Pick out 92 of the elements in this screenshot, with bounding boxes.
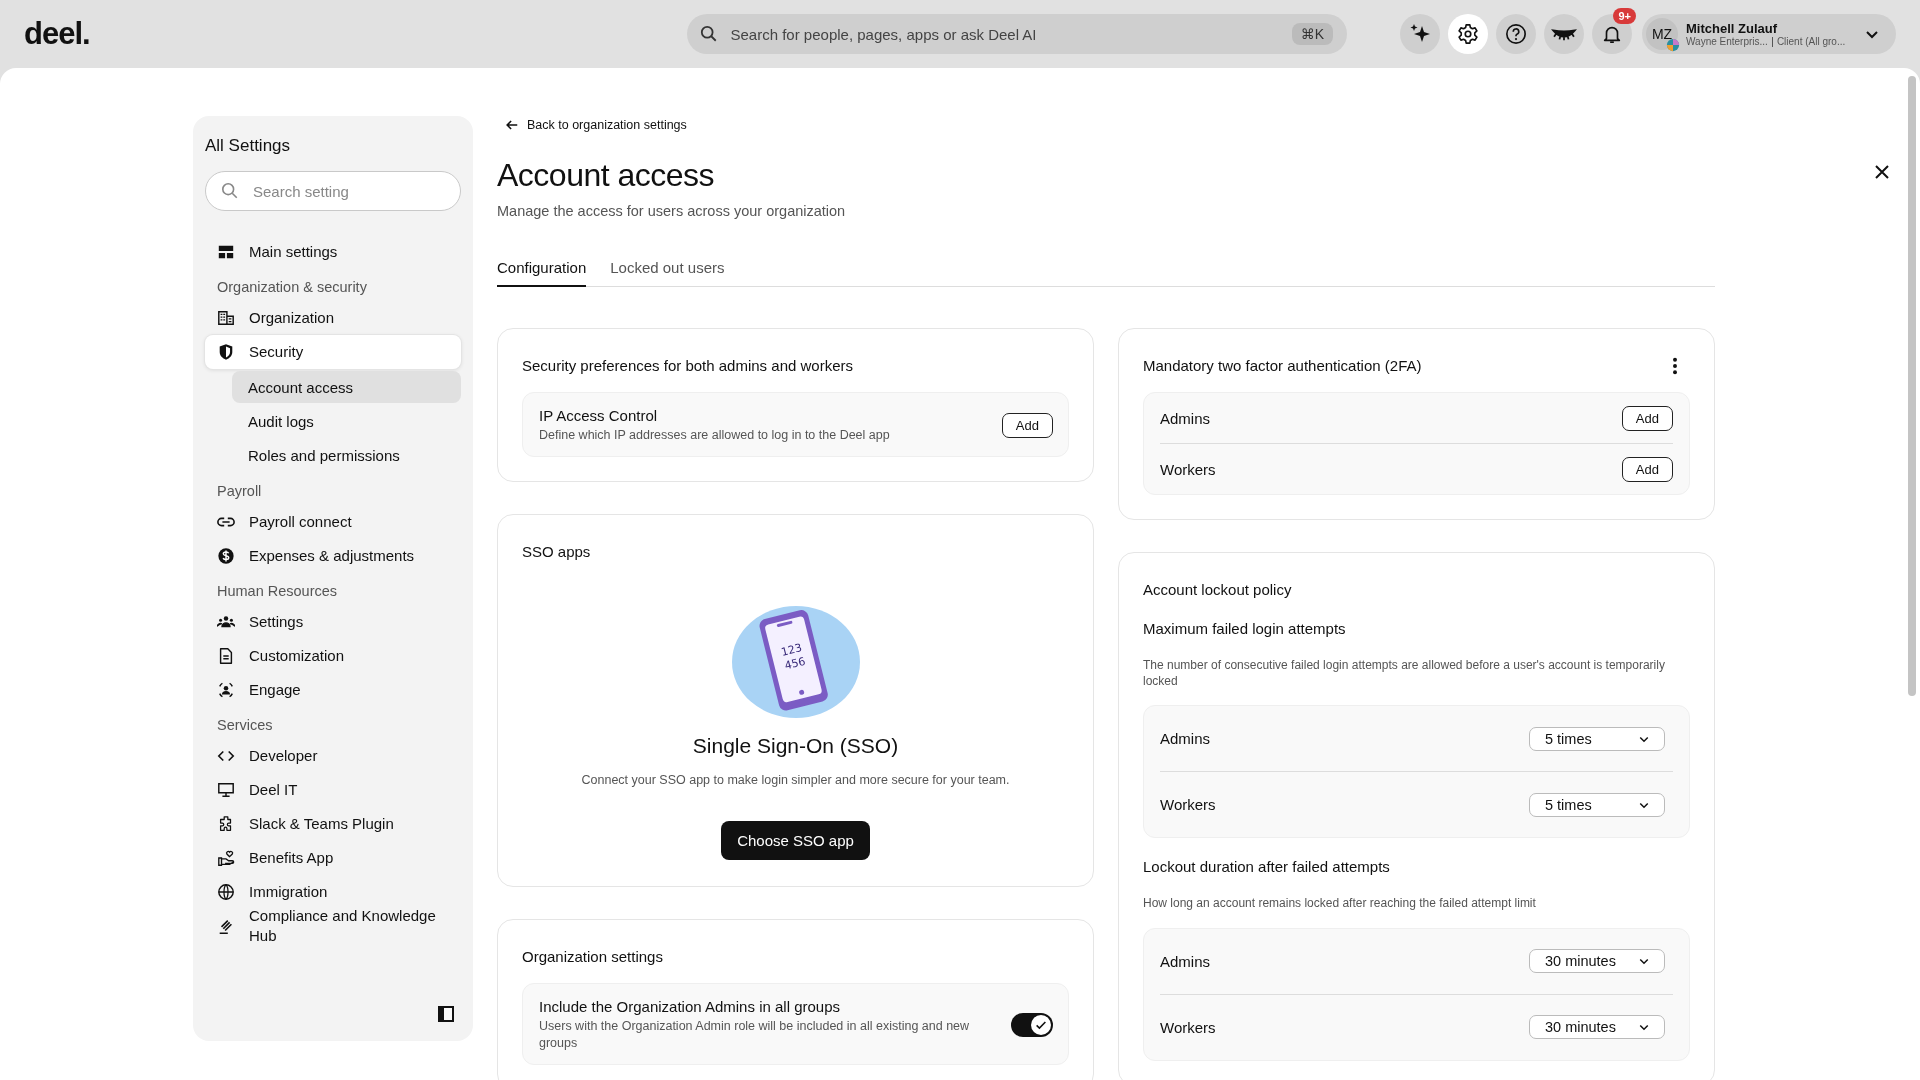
nav-item[interactable]: Account access	[232, 371, 461, 403]
user-role: Client (All gro...	[1776, 36, 1846, 47]
sparkle-button[interactable]	[1400, 14, 1440, 54]
logo[interactable]: deel.	[24, 16, 687, 52]
gavel-icon	[217, 917, 235, 935]
company-name: Wayne Enterpris...	[1686, 36, 1768, 47]
notification-badge: 9+	[1613, 8, 1636, 24]
search-icon	[221, 182, 239, 200]
setting-title: Include the Organization Admins in all groups	[539, 997, 841, 1015]
more-options-icon[interactable]	[1672, 357, 1678, 375]
section-heading: Services	[216, 716, 274, 735]
group-description: The number of consecutive failed login attempts are allowed before a user's account is temporarily locked	[1143, 657, 1666, 690]
settings-icon	[1457, 23, 1479, 45]
nav-item[interactable]: Immigration	[205, 875, 461, 909]
card-title: SSO apps	[522, 542, 591, 560]
card-title: Mandatory two factor authentication (2FA)	[1143, 357, 1422, 374]
avatar: MZ	[1646, 18, 1678, 50]
person-focus-icon	[217, 681, 235, 699]
nav-item[interactable]: Compliance and Knowledge Hub	[205, 909, 461, 943]
row-label: Workers	[1160, 796, 1216, 814]
nav-item[interactable]: Roles and permissions	[232, 439, 461, 471]
group-title: Maximum failed login attempts	[1143, 620, 1347, 637]
shortcut-hint: ⌘K	[1291, 23, 1333, 45]
row-label: Admins	[1160, 730, 1211, 748]
nav-item[interactable]: Developer	[205, 739, 461, 773]
section-heading: Payroll	[216, 482, 263, 501]
nav-item[interactable]: Slack & Teams Plugin	[205, 807, 461, 841]
search-field[interactable]: Search setting	[205, 171, 461, 211]
row-label: Admins	[1160, 952, 1211, 970]
nav-item[interactable]: Engage	[205, 673, 461, 707]
row-label: Workers	[1160, 1018, 1216, 1036]
group-title: Lockout duration after failed attempts	[1143, 858, 1391, 876]
nav-item[interactable]: Benefits App	[205, 841, 461, 875]
card-title: Security preferences for both admins and workers	[522, 357, 854, 374]
page-subtitle: Manage the access for users across your organization	[497, 203, 847, 219]
dropdown[interactable]: 30 minutes	[1529, 1015, 1665, 1040]
phone-drawing: 123 456	[730, 605, 861, 718]
settings-button[interactable]	[1448, 14, 1488, 54]
closed-eye-button[interactable]	[1544, 14, 1584, 54]
group-description: How long an account remains locked after reaching the failed attempt limit	[1143, 895, 1537, 912]
sso-heading: Single Sign-On (SSO)	[692, 733, 899, 758]
shield-icon	[217, 343, 235, 361]
sidebar-title: All Settings	[205, 136, 292, 156]
globe-icon	[217, 883, 235, 901]
toggle-switch[interactable]	[1011, 1012, 1053, 1037]
profile-menu[interactable]: MZ Mitchell Zulauf Wayne Enterpris... Client (All gro...	[1642, 14, 1896, 54]
dropdown[interactable]: 5 times	[1529, 792, 1665, 817]
setting-description: Define which IP addresses are allowed to log in to the Deel app	[539, 427, 890, 444]
scrollbar[interactable]	[1908, 76, 1916, 696]
dropdown[interactable]: 30 minutes	[1529, 949, 1665, 974]
arrow-left-icon	[505, 118, 519, 132]
nav-item[interactable]: Expenses & adjustments	[205, 539, 461, 573]
nav-item[interactable]: Settings	[205, 605, 461, 639]
sso-description: Connect your SSO app to make login simpler and more secure for your team.	[581, 771, 1010, 789]
card-title: Organization settings	[522, 947, 664, 965]
building-icon	[217, 309, 235, 327]
bell-button[interactable]	[1592, 14, 1632, 54]
nav-item[interactable]: Payroll connect	[205, 505, 461, 539]
back-link[interactable]: Back to organization settings	[505, 118, 687, 132]
row-label: Workers	[1160, 460, 1216, 478]
layout-icon	[217, 243, 235, 261]
dropdown[interactable]: 5 times	[1529, 726, 1665, 751]
user-name: Mitchell Zulauf	[1686, 21, 1778, 36]
setting-description: Users with the Organization Admin role will be included in all existing and new groups	[539, 1017, 971, 1052]
help-icon	[1505, 23, 1527, 45]
tab[interactable]: Configuration	[497, 255, 587, 287]
nav-item[interactable]: Security	[205, 335, 461, 369]
page-title: Account access	[497, 157, 716, 194]
help-button[interactable]	[1496, 14, 1536, 54]
close-icon[interactable]	[1874, 164, 1890, 180]
monitor-icon	[217, 781, 235, 799]
card-title: Account lockout policy	[1143, 581, 1293, 598]
choose-sso-button[interactable]: Choose SSO app	[721, 820, 870, 860]
search-icon	[699, 25, 718, 43]
document-icon	[217, 647, 235, 665]
nav-item[interactable]: Organization	[205, 301, 461, 335]
add-button[interactable]: Add	[1001, 412, 1053, 438]
nav-item[interactable]: Main settings	[205, 235, 461, 269]
setting-title: IP Access Control	[539, 407, 659, 424]
nav-item[interactable]: Deel IT	[205, 773, 461, 807]
org-logo-icon	[1666, 38, 1680, 52]
nav-item[interactable]: Customization	[205, 639, 461, 673]
dollar-icon	[217, 547, 235, 565]
nav-item[interactable]: Audit logs	[232, 405, 461, 437]
section-heading: Organization & security	[216, 278, 368, 297]
hand-heart-icon	[217, 849, 235, 867]
sidebar-toggle-icon[interactable]	[437, 1005, 455, 1023]
tab[interactable]: Locked out users	[610, 255, 725, 287]
section-heading: Human Resources	[216, 582, 339, 601]
add-button[interactable]: Add	[1621, 405, 1673, 431]
add-button[interactable]: Add	[1621, 456, 1673, 482]
row-label: Admins	[1160, 409, 1211, 427]
